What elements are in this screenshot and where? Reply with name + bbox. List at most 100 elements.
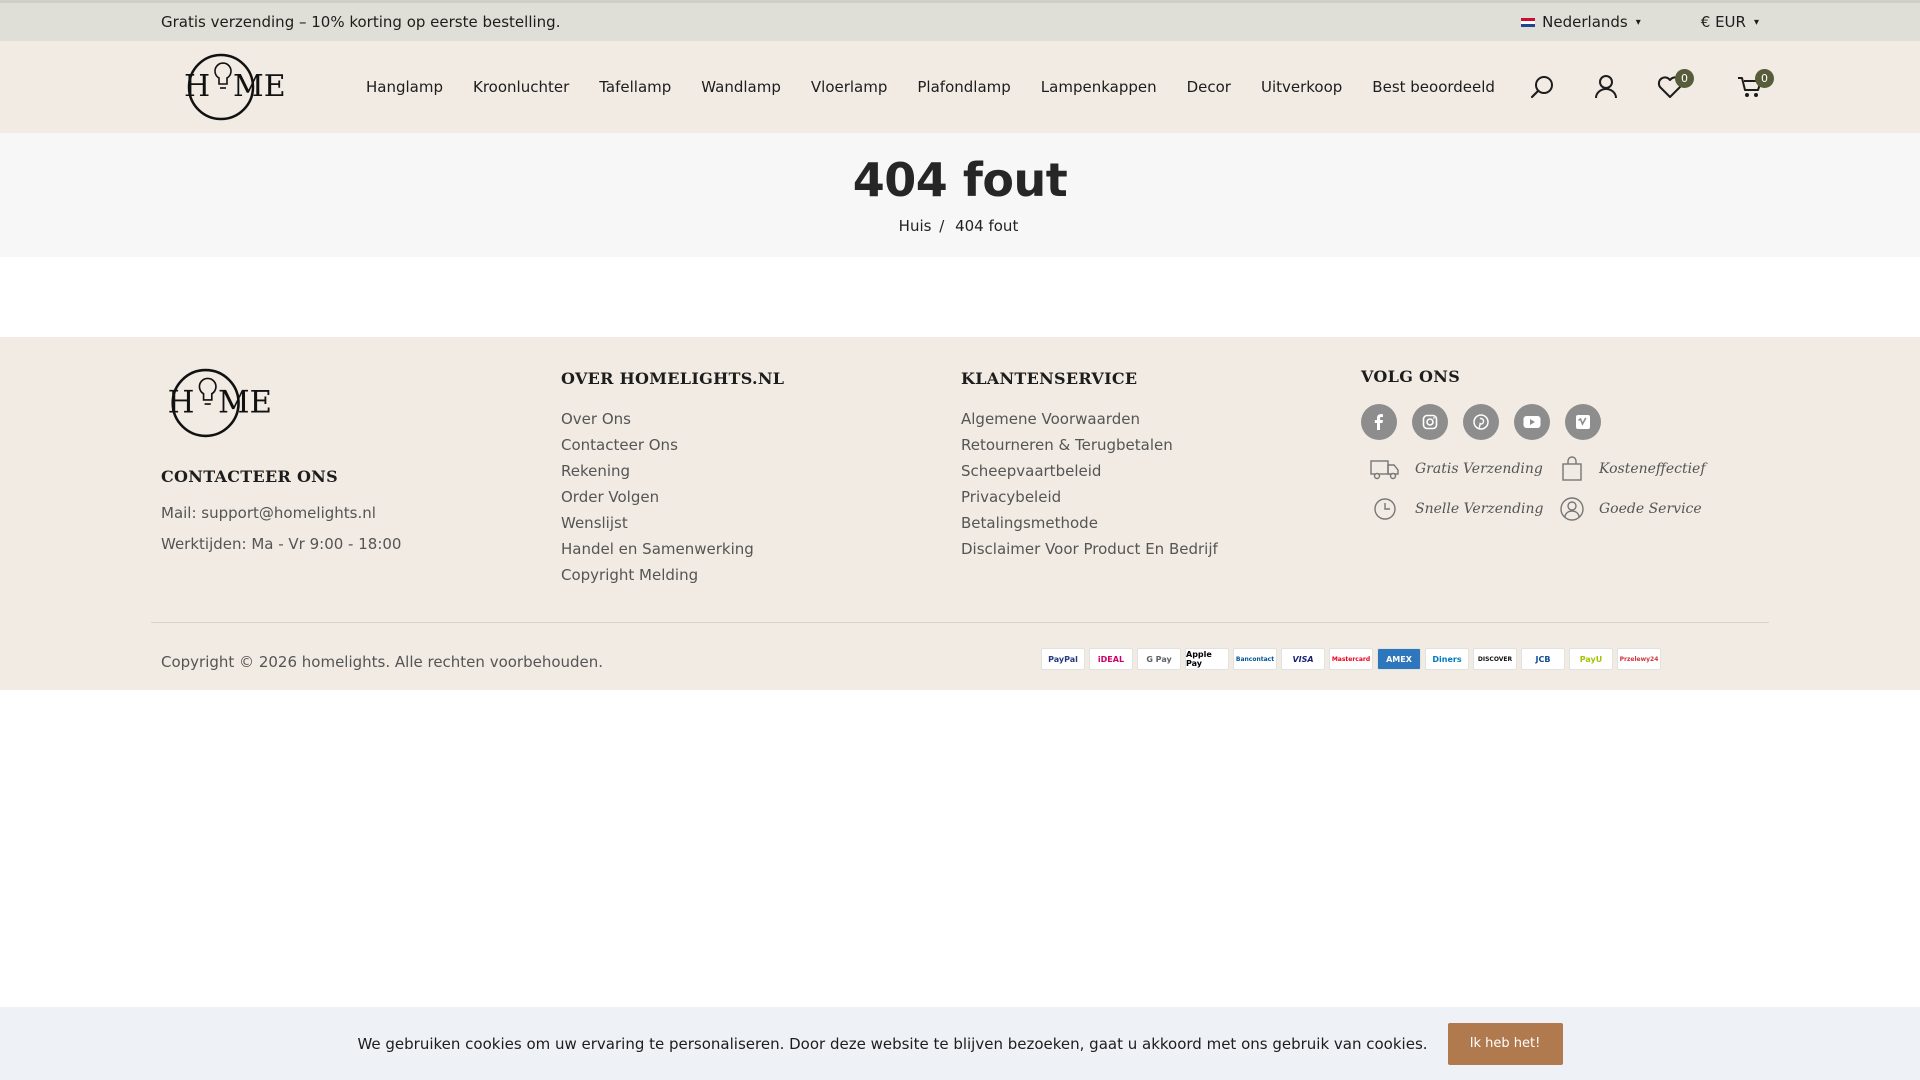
language-label: Nederlands	[1542, 13, 1628, 31]
mastercard-icon: Mastercard	[1329, 648, 1373, 670]
nav-item-vloerlamp[interactable]: Vloerlamp	[796, 78, 903, 96]
footer-divider	[151, 622, 1769, 623]
search-button[interactable]	[1510, 67, 1574, 107]
feature-label: Goede Service	[1599, 501, 1702, 517]
paypal-icon: PayPal	[1041, 648, 1085, 670]
instagram-icon	[1422, 414, 1438, 430]
nav-item-tafellamp[interactable]: Tafellamp	[584, 78, 686, 96]
footer-contact-title: CONTACTEER ONS	[161, 467, 338, 486]
svg-text:H: H	[168, 384, 195, 420]
nav-item-plafondlamp[interactable]: Plafondlamp	[902, 78, 1025, 96]
footer-link-scheepvaart[interactable]: Scheepvaartbeleid	[961, 458, 1218, 484]
language-selector[interactable]: Nederlands ▾	[1520, 13, 1641, 31]
main-nav: Hanglamp Kroonluchter Tafellamp Wandlamp…	[351, 78, 1510, 96]
footer-home-logo-icon: H ME	[168, 368, 272, 438]
visa-icon: VISA	[1281, 648, 1325, 670]
footer-contact-hours: Werktijden: Ma - Vr 9:00 - 18:00	[161, 535, 402, 553]
truck-icon	[1370, 460, 1399, 480]
feature-label: Kosteneffectief	[1599, 461, 1706, 477]
wishlist-button[interactable]: 0	[1638, 67, 1702, 107]
clock-icon	[1374, 498, 1396, 520]
dutch-flag-icon	[1520, 16, 1537, 28]
footer-link-rekening[interactable]: Rekening	[561, 458, 784, 484]
cookie-text: We gebruiken cookies om uw ervaring te p…	[357, 1034, 1428, 1053]
apple-pay-icon: Apple Pay	[1185, 648, 1229, 670]
feature-goede-service: Goede Service	[1559, 496, 1739, 522]
footer-link-order-volgen[interactable]: Order Volgen	[561, 484, 784, 510]
pinterest-link[interactable]	[1463, 404, 1499, 440]
footer-follow-column: VOLG ONS Gratis Verzending Kosteneffecti…	[1361, 367, 1739, 522]
shopping-bag-icon	[1562, 456, 1582, 481]
site-logo[interactable]: H ME	[179, 52, 289, 122]
footer-about-title: OVER HOMELIGHTS.NL	[561, 369, 785, 388]
site-header: H ME Hanglamp Kroonluchter Tafellamp Wan…	[0, 41, 1920, 133]
page-title-band: 404 fout Huis / 404 fout	[0, 133, 1920, 257]
facebook-icon	[1374, 414, 1383, 430]
feature-list: Gratis Verzending Kosteneffectief Snelle…	[1369, 456, 1739, 522]
footer-contact-mail[interactable]: Mail: support@homelights.nl	[161, 498, 401, 529]
breadcrumb-home-link[interactable]: Huis	[899, 217, 932, 235]
nav-item-best-beoordeeld[interactable]: Best beoordeeld	[1357, 78, 1510, 96]
account-button[interactable]	[1574, 67, 1638, 107]
google-pay-icon: G Pay	[1137, 648, 1181, 670]
footer-link-retourneren[interactable]: Retourneren & Terugbetalen	[961, 432, 1218, 458]
cart-button[interactable]: 0	[1718, 67, 1782, 107]
nav-item-uitverkoop[interactable]: Uitverkoop	[1246, 78, 1357, 96]
youtube-link[interactable]	[1514, 404, 1550, 440]
currency-label: € EUR	[1700, 13, 1746, 31]
feature-label: Gratis Verzending	[1415, 461, 1543, 477]
feature-snelle-verzending: Snelle Verzending	[1369, 496, 1559, 522]
nav-item-hanglamp[interactable]: Hanglamp	[351, 78, 458, 96]
svg-text:H: H	[184, 69, 210, 104]
copyright-text: Copyright © 2026 homelights. Alle rechte…	[161, 653, 604, 671]
cart-count-badge: 0	[1754, 69, 1774, 88]
breadcrumb-current: 404 fout	[955, 217, 1019, 235]
nav-item-wandlamp[interactable]: Wandlamp	[686, 78, 796, 96]
currency-selector[interactable]: € EUR ▾	[1701, 13, 1759, 31]
footer-service-column: KLANTENSERVICE Algemene Voorwaarden Reto…	[961, 369, 1218, 562]
accept-cookies-button[interactable]: Ik heb het!	[1447, 1022, 1563, 1065]
user-circle-icon	[1560, 497, 1584, 521]
feature-label: Snelle Verzending	[1415, 501, 1544, 517]
payment-methods: PayPal iDEAL G Pay Apple Pay Bancontact …	[1041, 648, 1661, 670]
bancontact-icon: Bancontact	[1233, 648, 1277, 670]
instagram-link[interactable]	[1412, 404, 1448, 440]
svg-text:ME: ME	[233, 69, 286, 104]
content-area	[0, 257, 1920, 337]
footer-link-privacy[interactable]: Privacybeleid	[961, 484, 1218, 510]
facebook-link[interactable]	[1361, 404, 1397, 440]
footer-link-copyright[interactable]: Copyright Melding	[561, 562, 784, 588]
search-icon	[1530, 76, 1553, 99]
promo-text: Gratis verzending – 10% korting op eerst…	[161, 13, 561, 31]
nav-item-kroonluchter[interactable]: Kroonluchter	[458, 78, 584, 96]
svg-text:ME: ME	[218, 384, 272, 420]
przelewy24-icon: Przelewy24	[1617, 648, 1661, 670]
discover-icon: DISCOVER	[1473, 648, 1517, 670]
ideal-icon: iDEAL	[1089, 648, 1133, 670]
footer-link-contacteer-ons[interactable]: Contacteer Ons	[561, 432, 784, 458]
vimeo-link[interactable]	[1565, 404, 1601, 440]
youtube-icon	[1523, 416, 1541, 428]
site-footer: H ME CONTACTEER ONS Mail: support@homeli…	[0, 337, 1920, 690]
nav-item-decor[interactable]: Decor	[1172, 78, 1246, 96]
breadcrumb: Huis / 404 fout	[0, 217, 1920, 235]
nav-item-lampenkappen[interactable]: Lampenkappen	[1026, 78, 1172, 96]
amex-icon: AMEX	[1377, 648, 1421, 670]
footer-contact-column: H ME CONTACTEER ONS Mail: support@homeli…	[161, 367, 401, 560]
footer-link-wenslijst[interactable]: Wenslijst	[561, 510, 784, 536]
footer-link-handel[interactable]: Handel en Samenwerking	[561, 536, 784, 562]
chevron-down-icon: ▾	[1635, 16, 1641, 28]
chevron-down-icon: ▾	[1753, 16, 1759, 28]
footer-link-voorwaarden[interactable]: Algemene Voorwaarden	[961, 406, 1218, 432]
jcb-icon: JCB	[1521, 648, 1565, 670]
home-logo-icon: H ME	[184, 53, 286, 121]
footer-about-column: OVER HOMELIGHTS.NL Over Ons Contacteer O…	[561, 369, 784, 588]
diners-club-icon: Diners	[1425, 648, 1469, 670]
footer-link-betaling[interactable]: Betalingsmethode	[961, 510, 1218, 536]
footer-link-over-ons[interactable]: Over Ons	[561, 406, 784, 432]
user-icon	[1594, 75, 1617, 99]
feature-kosteneffectief: Kosteneffectief	[1559, 456, 1739, 482]
footer-service-title: KLANTENSERVICE	[961, 369, 1138, 388]
payu-icon: PayU	[1569, 648, 1613, 670]
footer-link-disclaimer[interactable]: Disclaimer Voor Product En Bedrijf	[961, 536, 1218, 562]
